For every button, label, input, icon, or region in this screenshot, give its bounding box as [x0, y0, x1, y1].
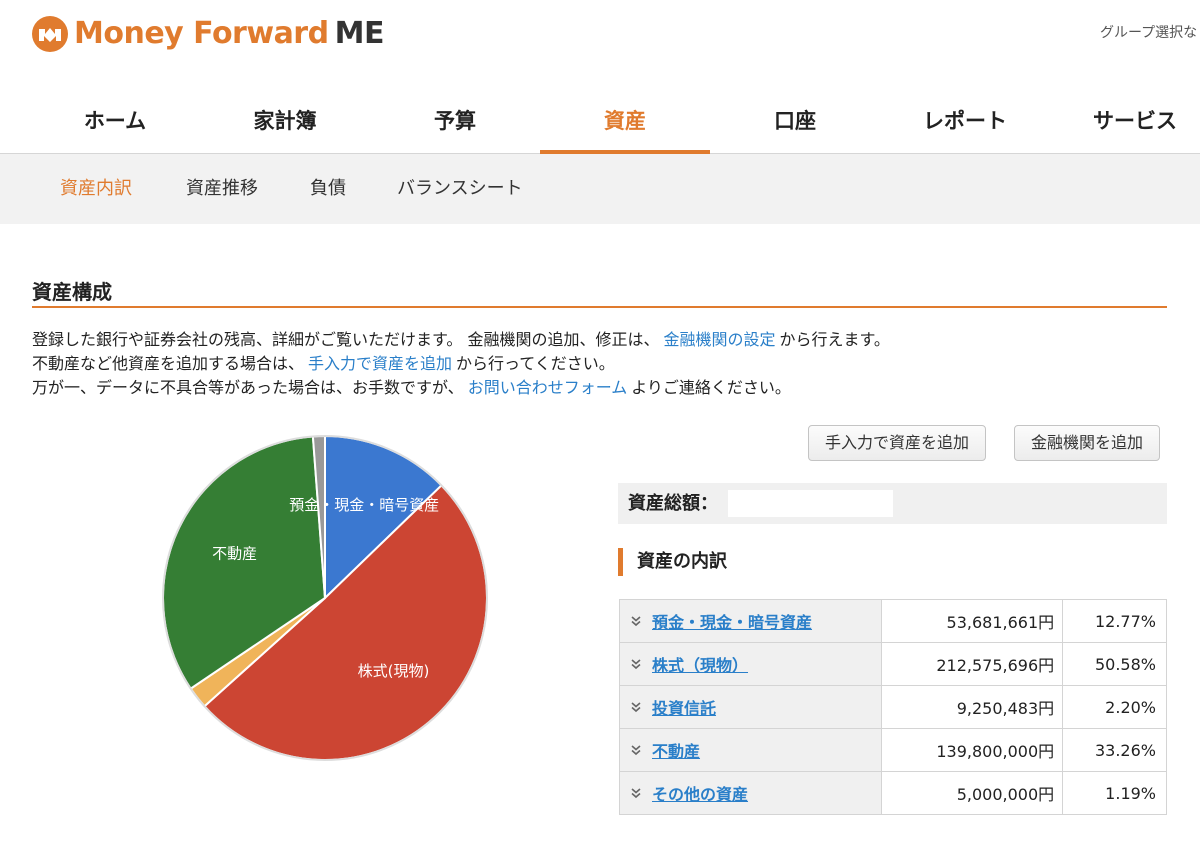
table-row: 不動産 139,800,000円 33.26% [619, 728, 1167, 772]
nav-home[interactable]: ホーム [30, 85, 200, 154]
brand-name-text: Money Forward [74, 16, 329, 51]
brand-name: Money Forward ME [74, 14, 384, 54]
group-select[interactable]: グループ選択な [1100, 22, 1200, 42]
section-divider [32, 306, 1167, 308]
percent-cell: 50.58% [1062, 642, 1167, 686]
subnav-balance-sheet[interactable]: バランスシート [397, 154, 523, 224]
chevron-down-icon[interactable] [630, 744, 642, 756]
breakdown-table: 預金・現金・暗号資産 53,681,661円 12.77% 株式（現物） 212… [619, 599, 1167, 815]
chevron-down-icon[interactable] [630, 787, 642, 799]
asset-pie-chart: 預金・現金・暗号資産株式(現物) 不動産 [150, 423, 500, 773]
amount-cell: 53,681,661円 [880, 599, 1064, 643]
category-cell: 株式（現物） [619, 642, 882, 686]
category-cell: 投資信託 [619, 685, 882, 729]
brand-suffix: ME [334, 16, 385, 51]
manual-add-asset-link[interactable]: 手入力で資産を追加 [308, 354, 452, 373]
logo[interactable]: Money Forward ME [30, 14, 384, 54]
percent-cell: 12.77% [1062, 599, 1167, 643]
table-row: 預金・現金・暗号資産 53,681,661円 12.77% [619, 599, 1167, 643]
description-line: 登録した銀行や証券会社の残高、詳細がご覧いただけます。 金融機関の追加、修正は、… [32, 328, 890, 352]
total-assets-value [728, 490, 893, 517]
subnav-asset-history[interactable]: 資産推移 [186, 154, 258, 224]
description-text: 不動産など他資産を追加する場合は、 [32, 354, 305, 373]
subnav-asset-breakdown[interactable]: 資産内訳 [60, 154, 132, 224]
amount-cell: 212,575,696円 [880, 642, 1064, 686]
table-row: 株式（現物） 212,575,696円 50.58% [619, 642, 1167, 686]
table-row: その他の資産 5,000,000円 1.19% [619, 771, 1167, 815]
description-line: 万が一、データに不具合等があった場合は、お手数ですが、 お問い合わせフォーム よりご… [32, 376, 890, 400]
add-institution-button[interactable]: 金融機関を追加 [1014, 425, 1161, 461]
pie-label-real-estate: 不動産 [212, 545, 257, 563]
description-text: から行えます。 [779, 330, 890, 349]
global-nav: ホーム 家計簿 予算 資産 口座 レポート サービス [0, 85, 1200, 155]
category-link-mutual-funds[interactable]: 投資信託 [652, 699, 716, 718]
nav-household-book[interactable]: 家計簿 [200, 85, 370, 154]
category-link-real-estate[interactable]: 不動産 [652, 742, 700, 761]
category-cell: 不動産 [619, 728, 882, 772]
category-link-other-assets[interactable]: その他の資産 [652, 785, 748, 804]
page: Money Forward ME グループ選択な ホーム 家計簿 予算 資産 口座… [0, 0, 1200, 849]
description-text: 登録した銀行や証券会社の残高、詳細がご覧いただけます。 金融機関の追加、修正は、 [32, 330, 660, 349]
total-assets-label: 資産総額： [628, 493, 718, 514]
header: Money Forward ME グループ選択な [0, 0, 1200, 85]
manual-add-asset-button[interactable]: 手入力で資産を追加 [808, 425, 987, 461]
sub-nav: 資産内訳 資産推移 負債 バランスシート [0, 154, 1200, 224]
breakdown-title: 資産の内訳 [618, 548, 727, 576]
chevron-down-icon[interactable] [630, 658, 642, 670]
pie-label-deposits: 預金・現金・暗号資産 [289, 496, 439, 514]
description-line: 不動産など他資産を追加する場合は、 手入力で資産を追加 から行ってください。 [32, 352, 890, 376]
amount-cell: 9,250,483円 [880, 685, 1064, 729]
category-link-deposits[interactable]: 預金・現金・暗号資産 [652, 613, 812, 632]
pie-chart-svg: 預金・現金・暗号資産株式(現物) 不動産 [162, 434, 488, 761]
amount-cell: 139,800,000円 [880, 728, 1064, 772]
brand-logo-icon [32, 16, 68, 52]
table-row: 投資信託 9,250,483円 2.20% [619, 685, 1167, 729]
description-text: から行ってください。 [456, 354, 615, 373]
description-text: 万が一、データに不具合等があった場合は、お手数ですが、 [32, 378, 464, 397]
chevron-down-icon[interactable] [630, 701, 642, 713]
nav-accounts[interactable]: 口座 [710, 85, 880, 154]
category-cell: その他の資産 [619, 771, 882, 815]
description-text: よりご連絡ください。 [631, 378, 791, 397]
nav-budget[interactable]: 予算 [370, 85, 540, 154]
section-title: 資産構成 [32, 280, 112, 304]
percent-cell: 33.26% [1062, 728, 1167, 772]
percent-cell: 2.20% [1062, 685, 1167, 729]
section-description: 登録した銀行や証券会社の残高、詳細がご覧いただけます。 金融機関の追加、修正は、… [32, 328, 890, 400]
amount-cell: 5,000,000円 [880, 771, 1064, 815]
nav-services[interactable]: サービス [1050, 85, 1200, 154]
category-link-stocks[interactable]: 株式（現物） [652, 656, 748, 675]
subnav-liabilities[interactable]: 負債 [310, 154, 346, 224]
institution-settings-link[interactable]: 金融機関の設定 [664, 330, 776, 349]
chevron-down-icon[interactable] [630, 615, 642, 627]
total-assets-box: 資産総額： [618, 483, 1167, 524]
percent-cell: 1.19% [1062, 771, 1167, 815]
category-cell: 預金・現金・暗号資産 [619, 599, 882, 643]
pie-label-stocks: 株式(現物) [358, 662, 430, 680]
contact-form-link[interactable]: お問い合わせフォーム [468, 378, 628, 397]
nav-assets[interactable]: 資産 [540, 85, 710, 155]
nav-report[interactable]: レポート [880, 85, 1050, 154]
